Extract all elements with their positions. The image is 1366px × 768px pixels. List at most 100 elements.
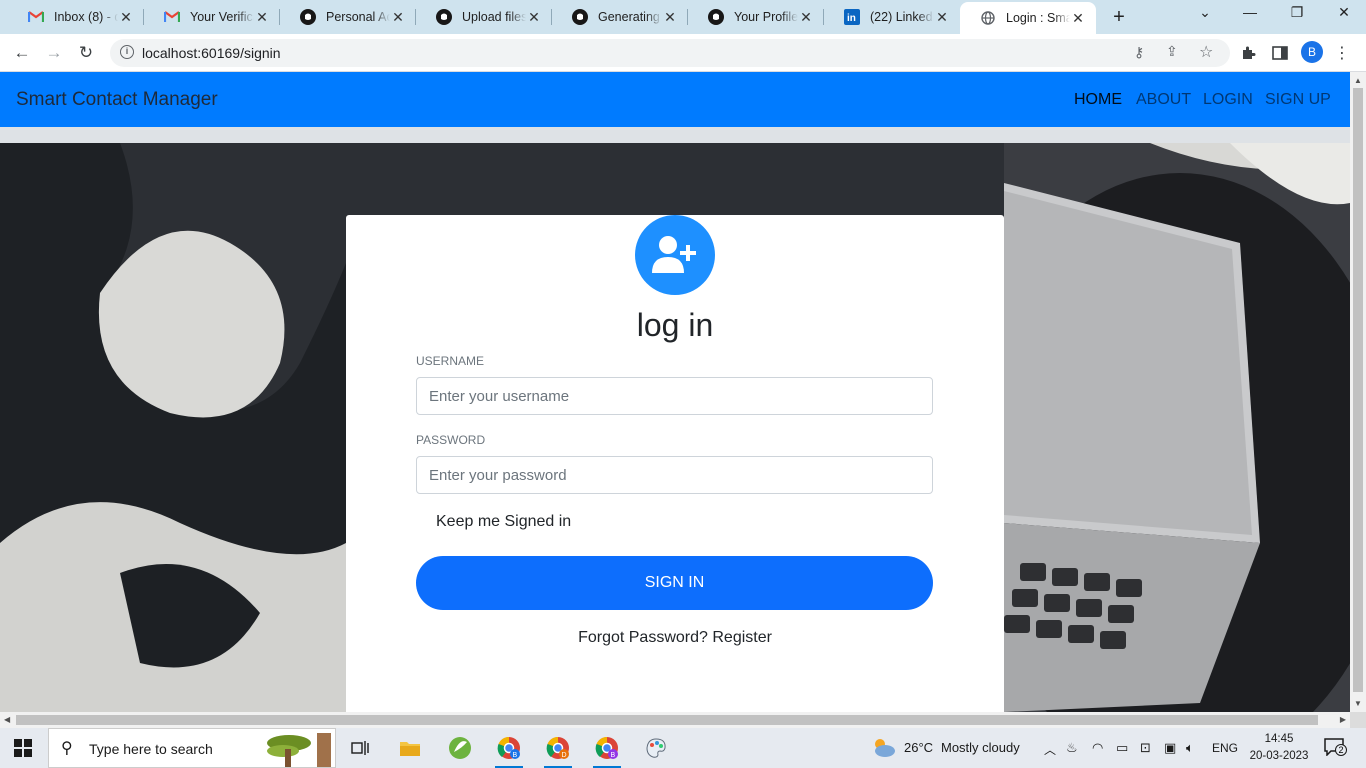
- close-icon[interactable]: ✕: [934, 9, 950, 26]
- paint-icon[interactable]: [638, 732, 674, 764]
- login-title: log in: [636, 307, 714, 343]
- taskbar-search-box[interactable]: ⚲ Type here to search: [48, 728, 336, 768]
- file-explorer-icon[interactable]: [392, 732, 428, 764]
- username-input[interactable]: [416, 377, 933, 415]
- chrome-profile-b2-icon[interactable]: B: [589, 732, 625, 768]
- weather-description[interactable]: Mostly cloudy: [941, 740, 1020, 755]
- tab-strip: Inbox (8) - de ✕ Your Verificat ✕ Person…: [0, 0, 1366, 34]
- search-icon: ⚲: [61, 740, 73, 757]
- windows-start-icon[interactable]: [14, 739, 32, 757]
- sign-in-button[interactable]: SIGN IN: [416, 556, 933, 610]
- address-bar[interactable]: i localhost:60169/signin ⚷ ⇪ ☆: [110, 39, 1230, 67]
- vertical-scroll-thumb[interactable]: [1353, 88, 1363, 692]
- login-card: log in USERNAME PASSWORD Keep me Signed …: [346, 215, 1004, 712]
- keep-signed-in-checkbox[interactable]: Keep me Signed in: [436, 513, 571, 531]
- clock-date: 20-03-2023: [1249, 750, 1309, 762]
- svg-text:D: D: [562, 752, 567, 759]
- tab-label: (22) LinkedIn: [870, 10, 934, 24]
- tab-verification[interactable]: Your Verificat ✕: [144, 0, 280, 34]
- close-icon[interactable]: ✕: [1070, 10, 1086, 27]
- vertical-scrollbar[interactable]: ▲ ▼: [1350, 72, 1366, 712]
- menu-kebab-icon[interactable]: ⋮: [1330, 41, 1354, 65]
- spring-tool-icon[interactable]: [442, 732, 478, 764]
- url-text: localhost:60169/signin: [142, 45, 281, 61]
- nav-login-link[interactable]: LOGIN: [1203, 91, 1253, 109]
- globe-icon: [980, 10, 996, 26]
- close-icon[interactable]: ✕: [798, 9, 814, 26]
- gmail-icon: [28, 9, 44, 25]
- close-icon[interactable]: ✕: [662, 9, 678, 26]
- close-icon[interactable]: ✕: [390, 9, 406, 26]
- background-image: log in USERNAME PASSWORD Keep me Signed …: [0, 143, 1350, 712]
- weather-temperature[interactable]: 26°C: [904, 740, 933, 755]
- site-info-icon[interactable]: i: [120, 45, 134, 59]
- chrome-profile-b-icon[interactable]: B: [491, 732, 527, 768]
- wifi-icon[interactable]: ◠: [1092, 740, 1103, 756]
- forgot-password-link[interactable]: Forgot Password?: [578, 629, 708, 646]
- tab-inbox[interactable]: Inbox (8) - de ✕: [8, 0, 144, 34]
- nav-signup-link[interactable]: SIGN UP: [1265, 91, 1331, 109]
- restore-icon[interactable]: ❐: [1285, 4, 1309, 21]
- show-hidden-icons-chevron-icon[interactable]: ︿: [1044, 741, 1056, 758]
- password-input[interactable]: [416, 456, 933, 494]
- language-indicator[interactable]: ENG: [1212, 741, 1238, 755]
- scroll-up-icon[interactable]: ▲: [1354, 76, 1362, 85]
- site-brand[interactable]: Smart Contact Manager: [16, 89, 218, 111]
- back-arrow-icon[interactable]: ←: [10, 41, 34, 65]
- window-close-icon[interactable]: ✕: [1332, 4, 1356, 21]
- nav-home-link[interactable]: HOME: [1074, 91, 1122, 109]
- display-icon[interactable]: ▣: [1164, 740, 1176, 756]
- horizontal-scroll-thumb[interactable]: [16, 715, 1318, 725]
- tab-upload-files[interactable]: Upload files ✕: [416, 0, 552, 34]
- tab-your-profile[interactable]: Your Profile ✕: [688, 0, 824, 34]
- new-tab-icon[interactable]: +: [1108, 6, 1130, 29]
- tab-generating[interactable]: Generating a ✕: [552, 0, 688, 34]
- nav-about-link[interactable]: ABOUT: [1136, 91, 1191, 109]
- network-icon[interactable]: ⊡: [1140, 740, 1151, 756]
- bookmark-star-icon[interactable]: ☆: [1199, 42, 1213, 62]
- minimize-icon[interactable]: —: [1238, 4, 1262, 20]
- tab-login-smart[interactable]: Login : Smart ✕: [960, 2, 1096, 34]
- notification-center-icon[interactable]: 2: [1324, 738, 1347, 757]
- linkedin-icon: in: [844, 9, 860, 25]
- profile-avatar[interactable]: B: [1301, 41, 1323, 63]
- tab-linkedin[interactable]: in (22) LinkedIn ✕: [824, 0, 960, 34]
- close-icon[interactable]: ✕: [254, 9, 270, 26]
- scroll-right-icon[interactable]: ▶: [1340, 715, 1346, 724]
- password-label: PASSWORD: [416, 433, 486, 447]
- svg-text:B: B: [611, 752, 616, 759]
- chrome-profile-d-icon[interactable]: D: [540, 732, 576, 768]
- scroll-down-icon[interactable]: ▼: [1354, 699, 1362, 708]
- github-icon: [572, 9, 588, 25]
- horizontal-scrollbar[interactable]: ◀ ▶: [0, 712, 1350, 728]
- tab-label: Personal Acce: [326, 10, 390, 24]
- github-icon: [708, 9, 724, 25]
- scrollbar-corner: [1350, 712, 1366, 728]
- tree-illustration-icon: [267, 733, 331, 767]
- tray-app-icon[interactable]: ♨: [1066, 740, 1078, 756]
- gmail-icon: [164, 9, 180, 25]
- share-icon[interactable]: ⇪: [1166, 43, 1178, 60]
- windows-taskbar: ⚲ Type here to search B D B 26°C Mostly …: [0, 728, 1366, 768]
- task-view-icon[interactable]: [342, 732, 378, 764]
- notification-count-badge: 2: [1335, 744, 1347, 756]
- battery-icon[interactable]: ▭: [1116, 740, 1128, 756]
- taskbar-clock[interactable]: 14:45 20-03-2023: [1248, 731, 1310, 765]
- navbar-spacer: [0, 127, 1350, 143]
- tab-search-chevron-icon[interactable]: ⌄: [1193, 4, 1217, 21]
- side-panel-icon[interactable]: [1268, 41, 1292, 65]
- tab-label: Your Verificat: [190, 10, 254, 24]
- key-icon[interactable]: ⚷: [1134, 44, 1144, 61]
- reload-icon[interactable]: ↻: [74, 41, 98, 65]
- close-icon[interactable]: ✕: [526, 9, 542, 26]
- register-link[interactable]: Register: [712, 629, 772, 646]
- tab-label: Upload files: [462, 10, 526, 24]
- web-page: Smart Contact Manager HOME ABOUT LOGIN S…: [0, 72, 1350, 712]
- weather-cloud-icon[interactable]: [870, 736, 896, 761]
- volume-icon[interactable]: 🔈︎: [1186, 740, 1194, 756]
- extensions-puzzle-icon[interactable]: [1236, 41, 1260, 65]
- close-icon[interactable]: ✕: [118, 9, 134, 26]
- scroll-left-icon[interactable]: ◀: [4, 715, 10, 724]
- tab-personal-access[interactable]: Personal Acce ✕: [280, 0, 416, 34]
- forward-arrow-icon[interactable]: →: [42, 41, 66, 65]
